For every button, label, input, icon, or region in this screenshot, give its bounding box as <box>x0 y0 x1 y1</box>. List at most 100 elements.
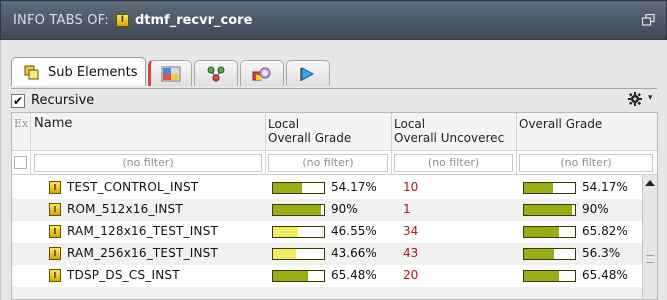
local-grade-value: 54.17% <box>331 180 377 194</box>
local-grade-bar-fill <box>273 227 298 237</box>
instance-name: dtmf_recvr_core <box>134 12 253 28</box>
column-divider <box>516 113 517 175</box>
column-divider <box>30 113 31 175</box>
settings-gear-icon[interactable] <box>627 91 643 107</box>
local-grade-bar-fill <box>273 271 308 281</box>
overall-grade-bar-fill <box>524 205 572 215</box>
row-name: RAM_256x16_TEST_INST <box>67 246 219 260</box>
column-divider <box>265 113 266 175</box>
local-grade-bar-fill <box>273 205 321 215</box>
connections-icon <box>206 66 226 82</box>
column-header-overall-grade[interactable]: Overall Grade <box>516 113 657 151</box>
overall-grade-value: 65.48% <box>582 268 628 282</box>
overall-grade-value: 54.17% <box>582 180 628 194</box>
recursive-option: ✔ Recursive <box>11 89 94 112</box>
row-name: TEST_CONTROL_INST <box>67 180 199 194</box>
scroll-grip-icon[interactable] <box>646 255 654 263</box>
vertical-scrollbar[interactable] <box>642 175 657 299</box>
local-grade-value: 43.66% <box>331 246 377 260</box>
column-header-local-overall-uncovered-line2: Overall Uncoverec <box>394 131 505 145</box>
settings-dropdown-caret-icon[interactable]: ▾ <box>648 93 653 103</box>
instance-icon: I <box>49 269 61 282</box>
tab-hierarchy-grid[interactable] <box>148 60 193 86</box>
title-prefix: INFO TABS OF: <box>13 12 109 28</box>
tab-strip-baseline <box>11 88 657 89</box>
table-row[interactable]: I TDSP_DS_CS_INST 65.48% 20 65.48% <box>12 265 642 287</box>
recursive-label: Recursive <box>31 93 95 108</box>
instance-icon: I <box>49 181 61 194</box>
sub-elements-icon <box>22 64 42 80</box>
tab-color-palette[interactable] <box>240 60 285 86</box>
instance-icon: I <box>115 13 129 27</box>
table-row[interactable] <box>12 287 642 299</box>
local-grade-bar-fill <box>273 183 302 193</box>
tab-connections[interactable] <box>194 60 239 86</box>
overall-grade-bar <box>523 226 576 238</box>
local-grade-bar <box>272 248 325 260</box>
tab-sub-elements-label: Sub Elements <box>48 64 138 80</box>
window-title-bar: INFO TABS OF: I dtmf_recvr_core <box>0 0 667 40</box>
tab-strip: Sub Elements <box>11 50 332 86</box>
table-header: Ex Name Local Overall Grade Local Overal… <box>12 113 657 151</box>
flag-arrow-icon <box>298 66 318 82</box>
local-grade-bar <box>272 270 325 282</box>
name-filter-input[interactable]: (no filter) <box>34 154 262 172</box>
table-row[interactable]: I TEST_CONTROL_INST 54.17% 10 54.17% <box>12 177 642 199</box>
scroll-up-arrow-icon[interactable] <box>645 180 655 186</box>
local-grade-bar <box>272 226 325 238</box>
overall-grade-value: 65.82% <box>582 224 628 238</box>
overall-grade-bar-fill <box>524 249 554 259</box>
column-divider <box>391 113 392 175</box>
overall-grade-bar-fill <box>524 227 559 237</box>
instance-icon: I <box>49 225 61 238</box>
local-uncovered-value: 1 <box>403 202 411 216</box>
local-grade-value: 90% <box>331 202 358 216</box>
instance-icon: I <box>49 247 61 260</box>
local-uncovered-value: 10 <box>403 180 419 194</box>
color-palette-icon <box>252 66 272 82</box>
overall-grade-bar <box>523 204 576 216</box>
column-header-local-overall-grade[interactable]: Local Overall Grade <box>265 113 391 151</box>
table-body: I TEST_CONTROL_INST 54.17% 10 54.17% I ROM_512… <box>12 175 642 299</box>
tab-sub-elements[interactable]: Sub Elements <box>11 57 147 86</box>
overall-grade-value: 56.3% <box>582 246 621 260</box>
row-name: TDSP_DS_CS_INST <box>67 268 180 282</box>
local-grade-bar <box>272 182 325 194</box>
column-header-local-overall-grade-line2: Overall Grade <box>268 131 352 145</box>
overall-grade-bar <box>523 270 576 282</box>
local-grade-value: 46.55% <box>331 224 377 238</box>
column-header-local-overall-grade-line1: Local <box>268 117 300 131</box>
filter-ex-checkbox[interactable] <box>14 156 27 169</box>
local-uncovered-value: 43 <box>403 246 419 260</box>
recursive-checkbox[interactable]: ✔ <box>11 93 25 108</box>
overall-grade-value: 90% <box>582 202 609 216</box>
column-header-local-overall-uncovered-line1: Local <box>394 117 426 131</box>
local-uncovered-filter-input[interactable]: (no filter) <box>394 154 513 172</box>
overall-grade-bar-fill <box>524 271 559 281</box>
overall-grade-bar <box>523 182 576 194</box>
local-grade-bar <box>272 204 325 216</box>
column-header-local-overall-uncovered[interactable]: Local Overall Uncoverec <box>391 113 516 151</box>
local-uncovered-value: 20 <box>403 268 419 282</box>
local-grade-bar-fill <box>273 249 296 259</box>
overall-grade-bar <box>523 248 576 260</box>
table-row[interactable]: I RAM_128x16_TEST_INST 46.55% 34 65.82% <box>12 221 642 243</box>
overall-grade-bar-fill <box>524 183 553 193</box>
overall-grade-filter-input[interactable]: (no filter) <box>519 154 653 172</box>
instance-icon: I <box>49 203 61 216</box>
local-grade-value: 65.48% <box>331 268 377 282</box>
tab-flag-arrow[interactable] <box>286 60 331 86</box>
filter-row: (no filter) (no filter) (no filter) (no … <box>12 151 657 175</box>
table-row[interactable]: I RAM_256x16_TEST_INST 43.66% 43 56.3% <box>12 243 642 265</box>
column-header-ex[interactable]: Ex <box>12 113 30 151</box>
local-uncovered-value: 34 <box>403 224 419 238</box>
local-grade-filter-input[interactable]: (no filter) <box>268 154 388 172</box>
hierarchy-grid-icon <box>161 66 181 82</box>
table-row[interactable]: I ROM_512x16_INST 90% 1 90% <box>12 199 642 221</box>
row-name: ROM_512x16_INST <box>67 202 183 216</box>
sub-elements-table: Ex Name Local Overall Grade Local Overal… <box>11 112 658 300</box>
column-header-name[interactable]: Name <box>31 113 265 151</box>
info-tabs-panel: Sub Elements ✔ Recursive ▾ Ex Name Local… <box>0 40 667 300</box>
row-name: RAM_128x16_TEST_INST <box>67 224 219 238</box>
restore-window-icon[interactable] <box>641 13 655 26</box>
